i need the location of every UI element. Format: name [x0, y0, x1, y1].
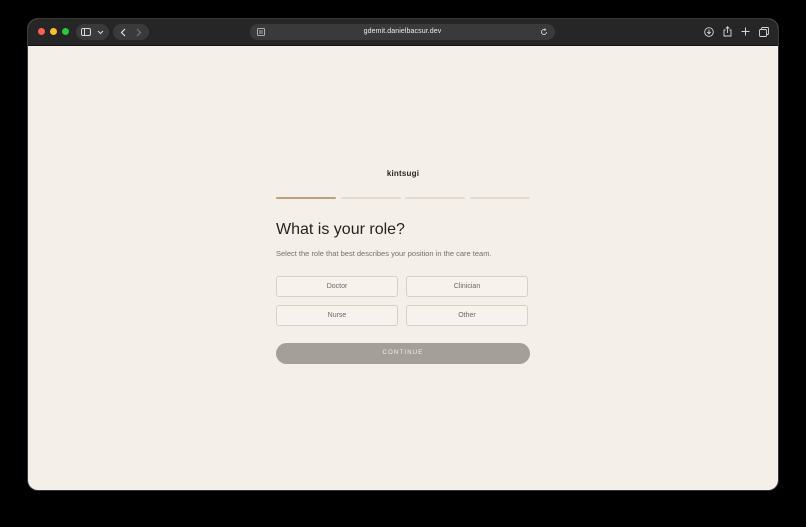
- plus-icon[interactable]: [738, 24, 752, 40]
- share-icon[interactable]: [720, 24, 734, 40]
- chevron-down-icon[interactable]: [93, 24, 107, 40]
- reload-icon[interactable]: [537, 24, 551, 40]
- role-option-clinician[interactable]: Clinician: [406, 276, 528, 297]
- progress-step-2: [341, 197, 401, 199]
- navigation-controls: [113, 24, 149, 40]
- brand-logo: kintsugi: [386, 169, 420, 178]
- maximize-window-button[interactable]: [62, 28, 69, 35]
- url-text: gdemit.danielbacsur.dev: [363, 28, 442, 35]
- progress-step-3: [405, 197, 465, 199]
- close-window-button[interactable]: [38, 28, 45, 35]
- role-option-other[interactable]: Other: [406, 305, 528, 326]
- sidebar-toggle-icon[interactable]: [79, 24, 93, 40]
- continue-button[interactable]: CONTINUE: [276, 343, 530, 364]
- tab-overview-icon[interactable]: [757, 24, 771, 40]
- sidebar-control[interactable]: [76, 24, 109, 40]
- progress-step-4: [470, 197, 530, 199]
- role-option-doctor[interactable]: Doctor: [276, 276, 398, 297]
- browser-window: gdemit.danielbacsur.dev kintsugi What is…: [28, 19, 778, 490]
- role-option-nurse[interactable]: Nurse: [276, 305, 398, 326]
- forward-arrow-icon[interactable]: [132, 24, 146, 40]
- download-icon[interactable]: [702, 24, 716, 40]
- browser-toolbar: gdemit.danielbacsur.dev: [28, 19, 778, 46]
- back-arrow-icon[interactable]: [116, 24, 130, 40]
- minimize-window-button[interactable]: [50, 28, 57, 35]
- address-bar[interactable]: gdemit.danielbacsur.dev: [250, 24, 555, 40]
- page-subtitle: Select the role that best describes your…: [276, 249, 492, 258]
- page-title: What is your role?: [276, 221, 405, 238]
- progress-step-1: [276, 197, 336, 199]
